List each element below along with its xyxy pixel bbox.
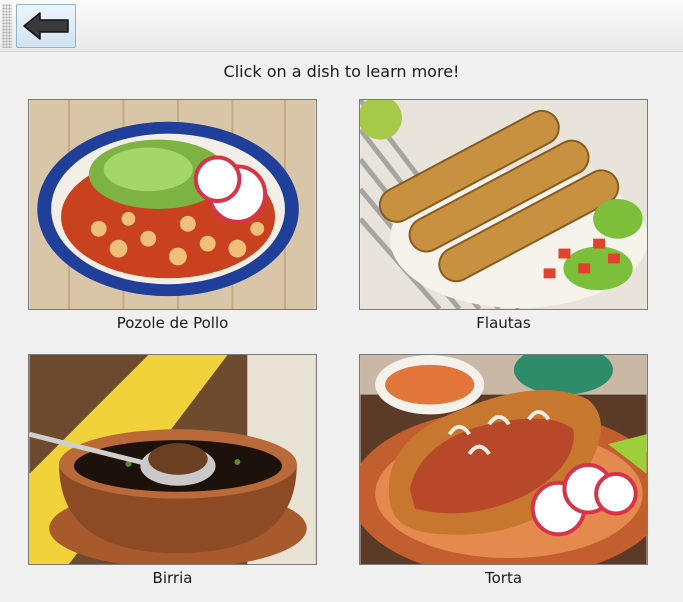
birria-photo[interactable] <box>28 354 317 565</box>
toolbar-grip[interactable] <box>2 4 12 48</box>
dish-flautas[interactable]: Flautas <box>359 99 648 332</box>
left-arrow-icon <box>23 12 69 40</box>
dish-label: Torta <box>484 569 523 587</box>
back-button[interactable] <box>16 4 76 48</box>
dish-birria[interactable]: Birria <box>28 354 317 587</box>
toolbar <box>0 0 683 52</box>
torta-photo[interactable] <box>359 354 648 565</box>
dish-torta[interactable]: Torta <box>359 354 648 587</box>
instruction-text: Click on a dish to learn more! <box>223 62 460 81</box>
dish-label: Flautas <box>476 314 531 332</box>
flautas-photo[interactable] <box>359 99 648 310</box>
pozole-photo[interactable] <box>28 99 317 310</box>
dish-label: Birria <box>152 569 193 587</box>
dish-label: Pozole de Pollo <box>116 314 229 332</box>
dish-pozole[interactable]: Pozole de Pollo <box>28 99 317 332</box>
